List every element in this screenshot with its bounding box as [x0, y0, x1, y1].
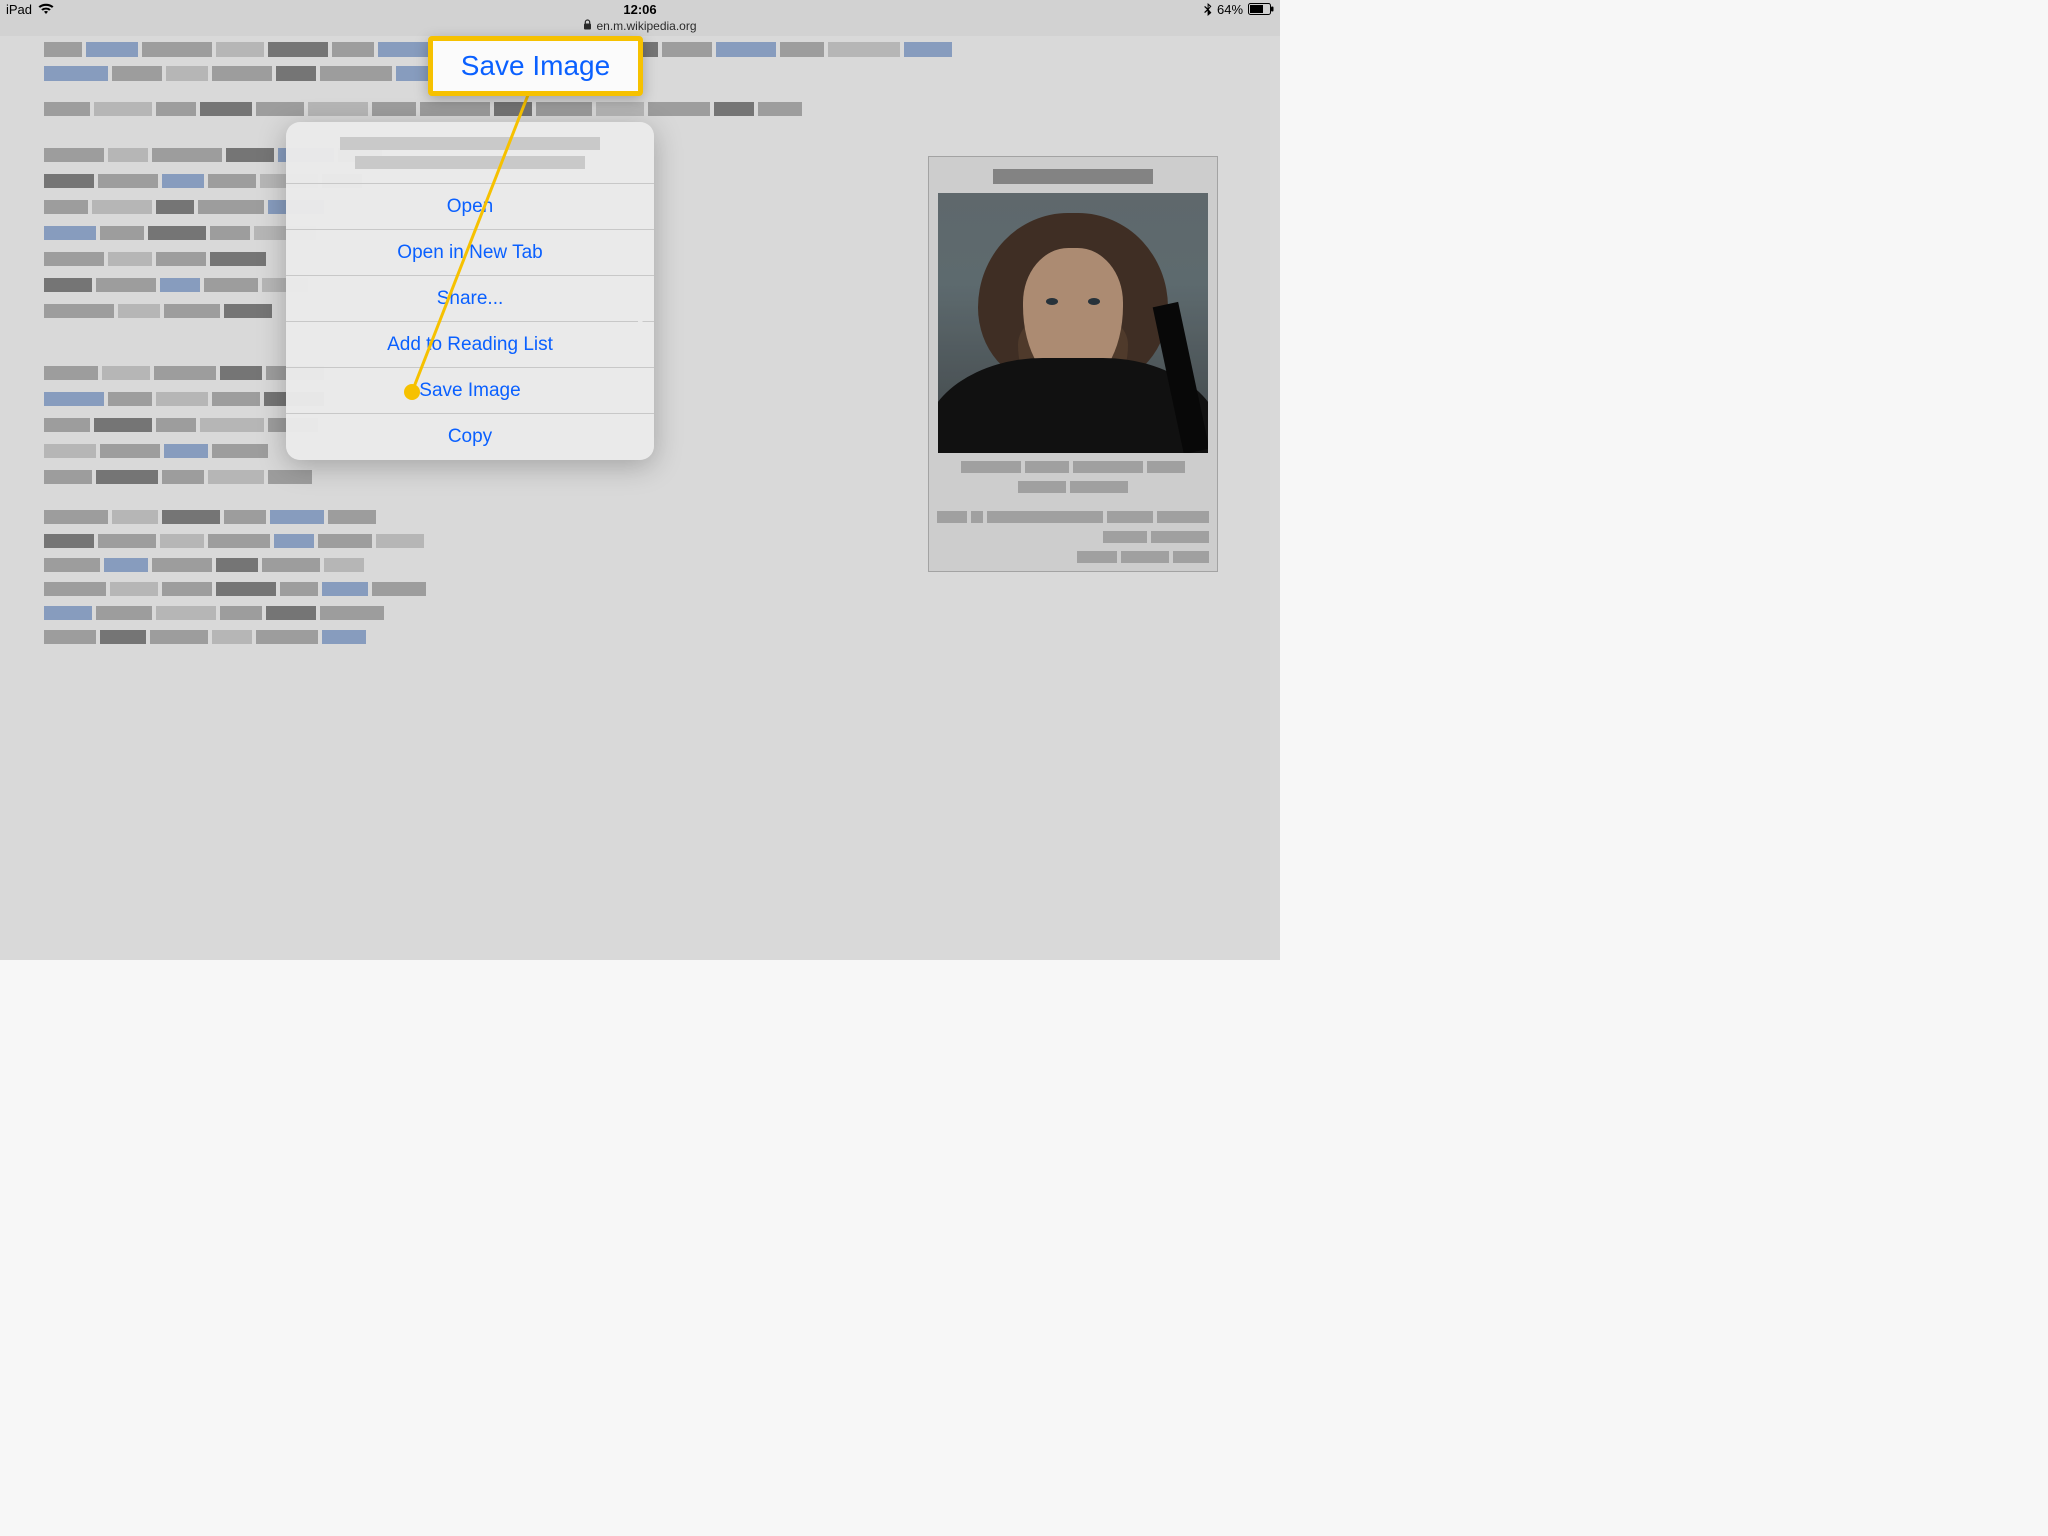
menu-item-share[interactable]: Share...: [286, 276, 654, 322]
menu-item-copy[interactable]: Copy: [286, 414, 654, 460]
menu-item-open[interactable]: Open: [286, 184, 654, 230]
annotation-label: Save Image: [461, 50, 610, 82]
annotation-callout: Save Image: [428, 36, 643, 96]
menu-item-reading-list[interactable]: Add to Reading List: [286, 322, 654, 368]
menu-item-open-new-tab[interactable]: Open in New Tab: [286, 230, 654, 276]
menu-item-save-image[interactable]: Save Image: [286, 368, 654, 414]
context-menu-header: [286, 122, 654, 184]
context-menu: Open Open in New Tab Share... Add to Rea…: [286, 122, 654, 460]
